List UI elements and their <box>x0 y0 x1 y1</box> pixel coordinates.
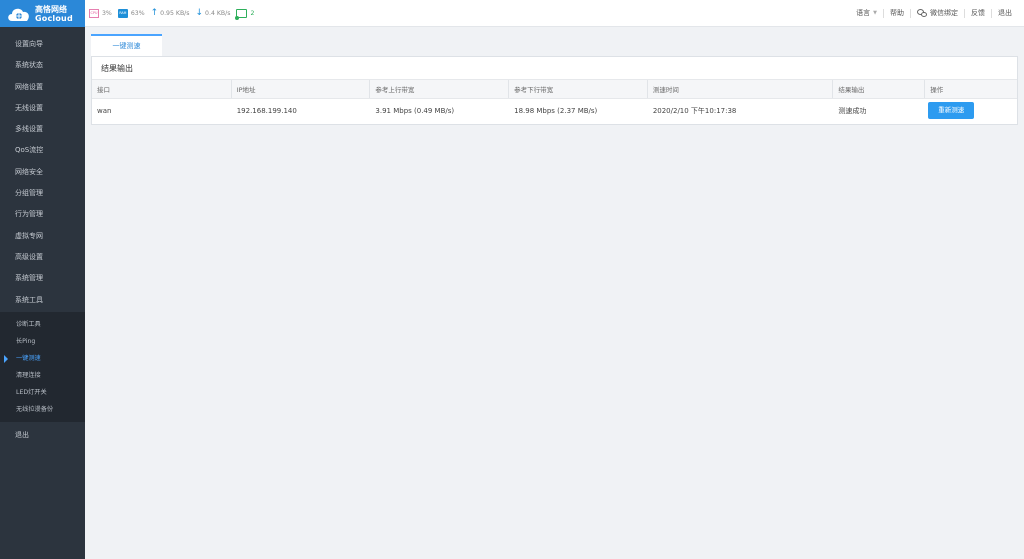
column-header: 参考下行带宽 <box>509 80 648 98</box>
upload-speed: 0.95 KB/s <box>160 9 190 17</box>
sub-item-clear-connections[interactable]: 清理连接 <box>0 367 85 384</box>
sidebar-item-network-settings[interactable]: 网络设置 <box>0 77 85 98</box>
tab-bar: 一键测速 <box>91 34 1018 56</box>
cloud-logo-icon <box>8 8 29 21</box>
caret-down-icon: ▼ <box>873 9 877 16</box>
main-content: 一键测速 结果输出 接口 IP地址 参考上行带宽 参考下行带宽 测速时间 结果输… <box>91 34 1018 125</box>
top-bar: CPU 3% RAM 63% ↑ 0.95 KB/s ↓ 0.4 KB/s 2 … <box>85 0 1024 27</box>
result-panel: 结果输出 接口 IP地址 参考上行带宽 参考下行带宽 测速时间 结果输出 操作 … <box>91 56 1018 125</box>
column-header: 测速时间 <box>648 80 834 98</box>
column-header: 接口 <box>92 80 232 98</box>
sidebar: 高恪网络 Gocloud 设置向导 系统状态 网络设置 无线设置 多线设置 Qo… <box>0 0 85 559</box>
logout-link[interactable]: 退出 <box>991 8 1018 18</box>
arrow-down-icon: ↓ <box>195 7 204 18</box>
logo-cn: 高恪网络 <box>35 4 67 14</box>
sidebar-item-vpn[interactable]: 虚拟专网 <box>0 226 85 247</box>
sub-item-long-ping[interactable]: 长Ping <box>0 333 85 350</box>
sub-item-led-switch[interactable]: LED灯开关 <box>0 384 85 401</box>
retest-button[interactable]: 重新测速 <box>928 102 975 119</box>
column-header: IP地址 <box>232 80 371 98</box>
upload-stat: ↑ 0.95 KB/s <box>150 7 190 18</box>
cell-action: 重新测速 <box>925 99 1017 122</box>
wechat-icon <box>917 9 927 17</box>
download-speed: 0.4 KB/s <box>205 9 231 17</box>
column-header: 参考上行带宽 <box>370 80 510 98</box>
sidebar-menu: 设置向导 系统状态 网络设置 无线设置 多线设置 QoS流控 网络安全 分组管理… <box>0 27 85 311</box>
top-links: 语言 ▼ 帮助 微信绑定 反馈 退出 <box>850 8 1018 18</box>
sub-item-speed-test[interactable]: 一键测速 <box>0 350 85 367</box>
arrow-up-icon: ↑ <box>150 7 159 18</box>
sidebar-item-group-management[interactable]: 分组管理 <box>0 183 85 204</box>
wechat-bind-link[interactable]: 微信绑定 <box>910 8 964 18</box>
sidebar-item-network-security[interactable]: 网络安全 <box>0 162 85 183</box>
download-stat: ↓ 0.4 KB/s <box>195 7 231 18</box>
sidebar-item-wireless-settings[interactable]: 无线设置 <box>0 98 85 119</box>
column-header: 操作 <box>930 86 944 94</box>
online-count: 2 <box>250 9 255 17</box>
panel-title: 结果输出 <box>92 57 1017 80</box>
status-stats: CPU 3% RAM 63% ↑ 0.95 KB/s ↓ 0.4 KB/s 2 <box>89 7 260 20</box>
sidebar-item-multiline-settings[interactable]: 多线设置 <box>0 119 85 140</box>
language-dropdown[interactable]: 语言 ▼ <box>850 9 883 18</box>
sidebar-item-system-tools[interactable]: 系统工具 <box>0 290 85 311</box>
cpu-icon: CPU <box>89 8 99 18</box>
cpu-stat: CPU 3% <box>89 8 112 18</box>
sidebar-item-qos[interactable]: QoS流控 <box>0 140 85 161</box>
cell-download-bandwidth: 18.98 Mbps (2.37 MB/s) <box>514 106 598 115</box>
ram-value: 63% <box>130 9 145 17</box>
language-label: 语言 <box>856 8 871 17</box>
cell-test-time: 2020/2/10 下午10:17:38 <box>652 106 737 115</box>
tab-speed-test[interactable]: 一键测速 <box>91 34 162 56</box>
cell-ip: 192.168.199.140 <box>236 106 297 115</box>
sidebar-logout[interactable]: 退出 <box>0 425 85 446</box>
ram-icon: RAM <box>117 8 128 18</box>
monitor-icon <box>235 8 248 20</box>
help-link[interactable]: 帮助 <box>883 8 910 18</box>
sub-item-diagnostic-tools[interactable]: 诊断工具 <box>0 316 85 333</box>
column-header: 结果输出 <box>833 80 926 98</box>
table-row: wan 192.168.199.140 3.91 Mbps (0.49 MB/s… <box>92 99 1017 122</box>
table-header: 接口 IP地址 参考上行带宽 参考下行带宽 测速时间 结果输出 操作 <box>92 80 1017 99</box>
cpu-value: 3% <box>102 9 112 17</box>
logo-en: Gocloud <box>35 13 73 23</box>
sidebar-item-system-status[interactable]: 系统状态 <box>0 55 85 76</box>
feedback-link[interactable]: 反馈 <box>964 8 991 18</box>
sidebar-item-advanced-settings[interactable]: 高级设置 <box>0 247 85 268</box>
cell-upload-bandwidth: 3.91 Mbps (0.49 MB/s) <box>375 106 455 115</box>
cell-result: 测速成功 <box>838 106 867 115</box>
cell-interface: wan <box>97 106 112 115</box>
result-table: 接口 IP地址 参考上行带宽 参考下行带宽 测速时间 结果输出 操作 wan 1… <box>92 80 1017 122</box>
sidebar-item-system-management[interactable]: 系统管理 <box>0 268 85 289</box>
online-devices-stat[interactable]: 2 <box>235 8 255 20</box>
logo-text: 高恪网络 Gocloud <box>35 5 73 23</box>
system-tools-submenu: 诊断工具 长Ping 一键测速 清理连接 LED灯开关 无线拉漫备份 <box>0 311 85 422</box>
logo[interactable]: 高恪网络 Gocloud <box>0 0 85 27</box>
sidebar-item-behavior-management[interactable]: 行为管理 <box>0 204 85 225</box>
sidebar-item-setup-wizard[interactable]: 设置向导 <box>0 34 85 55</box>
sub-item-wireless-roaming-backup[interactable]: 无线拉漫备份 <box>0 401 85 418</box>
ram-stat: RAM 63% <box>117 8 145 18</box>
wechat-bind-label: 微信绑定 <box>930 8 958 17</box>
